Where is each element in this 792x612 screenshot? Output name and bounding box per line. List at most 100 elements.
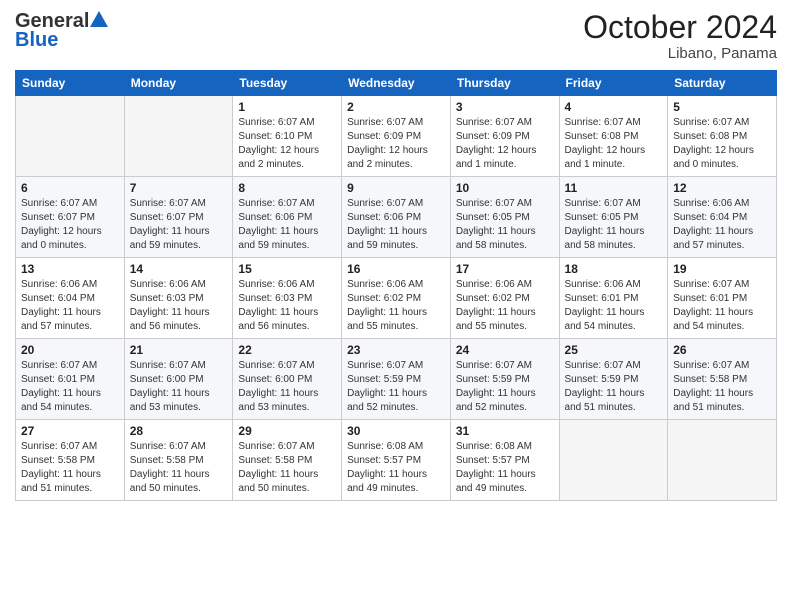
logo-icon <box>90 11 108 27</box>
day-number: 24 <box>456 343 554 357</box>
day-number: 12 <box>673 181 771 195</box>
cell-info: Sunrise: 6:07 AMSunset: 6:08 PMDaylight:… <box>565 116 663 172</box>
calendar-cell: 10 Sunrise: 6:07 AMSunset: 6:05 PMDayligh… <box>450 177 559 258</box>
cell-info: Sunrise: 6:07 AMSunset: 5:58 PMDaylight:… <box>21 440 119 496</box>
calendar-header-wednesday: Wednesday <box>342 71 451 96</box>
cell-info: Sunrise: 6:07 AMSunset: 6:06 PMDaylight:… <box>347 197 445 253</box>
calendar-cell: 27 Sunrise: 6:07 AMSunset: 5:58 PMDayligh… <box>16 420 125 501</box>
cell-info: Sunrise: 6:06 AMSunset: 6:03 PMDaylight:… <box>130 278 228 334</box>
calendar-cell: 1Sunrise: 6:07 AMSunset: 6:10 PMDaylight… <box>233 96 342 177</box>
calendar-cell: 5 Sunrise: 6:07 AMSunset: 6:08 PMDaylight… <box>668 96 777 177</box>
calendar-week-row: 1Sunrise: 6:07 AMSunset: 6:10 PMDaylight… <box>16 96 777 177</box>
calendar-week-row: 27 Sunrise: 6:07 AMSunset: 5:58 PMDayligh… <box>16 420 777 501</box>
calendar-cell: 16Sunrise: 6:06 AMSunset: 6:02 PMDayligh… <box>342 258 451 339</box>
day-number: 15 <box>238 262 336 276</box>
cell-info: Sunrise: 6:06 AMSunset: 6:04 PMDaylight:… <box>673 197 771 253</box>
cell-info: Sunrise: 6:07 AMSunset: 6:10 PMDaylight:… <box>238 116 336 172</box>
calendar-cell: 19 Sunrise: 6:07 AMSunset: 6:01 PMDayligh… <box>668 258 777 339</box>
calendar: SundayMondayTuesdayWednesdayThursdayFrid… <box>15 70 777 501</box>
calendar-cell <box>668 420 777 501</box>
day-number: 25 <box>565 343 663 357</box>
day-number: 5 <box>673 100 771 114</box>
cell-info: Sunrise: 6:07 AMSunset: 5:58 PMDaylight:… <box>130 440 228 496</box>
cell-info: Sunrise: 6:07 AMSunset: 6:08 PMDaylight:… <box>673 116 771 172</box>
calendar-cell: 7 Sunrise: 6:07 AMSunset: 6:07 PMDaylight… <box>124 177 233 258</box>
cell-info: Sunrise: 6:07 AMSunset: 6:09 PMDaylight:… <box>347 116 445 172</box>
calendar-header-tuesday: Tuesday <box>233 71 342 96</box>
calendar-cell: 2 Sunrise: 6:07 AMSunset: 6:09 PMDaylight… <box>342 96 451 177</box>
day-number: 9 <box>347 181 445 195</box>
calendar-cell: 12 Sunrise: 6:06 AMSunset: 6:04 PMDayligh… <box>668 177 777 258</box>
cell-info: Sunrise: 6:07 AMSunset: 6:05 PMDaylight:… <box>565 197 663 253</box>
day-number: 3 <box>456 100 554 114</box>
day-number: 11 <box>565 181 663 195</box>
calendar-cell: 13 Sunrise: 6:06 AMSunset: 6:04 PMDayligh… <box>16 258 125 339</box>
month-title: October 2024 <box>583 10 777 45</box>
calendar-header-saturday: Saturday <box>668 71 777 96</box>
calendar-header-row: SundayMondayTuesdayWednesdayThursdayFrid… <box>16 71 777 96</box>
cell-info: Sunrise: 6:08 AMSunset: 5:57 PMDaylight:… <box>456 440 554 496</box>
calendar-cell: 14 Sunrise: 6:06 AMSunset: 6:03 PMDayligh… <box>124 258 233 339</box>
day-number: 28 <box>130 424 228 438</box>
cell-info: Sunrise: 6:07 AMSunset: 6:09 PMDaylight:… <box>456 116 554 172</box>
cell-info: Sunrise: 6:07 AMSunset: 5:58 PMDaylight:… <box>673 359 771 415</box>
calendar-cell: 15 Sunrise: 6:06 AMSunset: 6:03 PMDayligh… <box>233 258 342 339</box>
day-number: 14 <box>130 262 228 276</box>
calendar-week-row: 20Sunrise: 6:07 AMSunset: 6:01 PMDayligh… <box>16 339 777 420</box>
calendar-cell: 6 Sunrise: 6:07 AMSunset: 6:07 PMDaylight… <box>16 177 125 258</box>
cell-info: Sunrise: 6:07 AMSunset: 6:01 PMDaylight:… <box>673 278 771 334</box>
calendar-cell: 17Sunrise: 6:06 AMSunset: 6:02 PMDayligh… <box>450 258 559 339</box>
cell-info: Sunrise: 6:07 AMSunset: 5:59 PMDaylight:… <box>456 359 554 415</box>
cell-info: Sunrise: 6:07 AMSunset: 6:00 PMDaylight:… <box>130 359 228 415</box>
day-number: 27 <box>21 424 119 438</box>
cell-info: Sunrise: 6:07 AMSunset: 6:05 PMDaylight:… <box>456 197 554 253</box>
day-number: 31 <box>456 424 554 438</box>
cell-info: Sunrise: 6:06 AMSunset: 6:04 PMDaylight:… <box>21 278 119 334</box>
day-number: 13 <box>21 262 119 276</box>
cell-info: Sunrise: 6:06 AMSunset: 6:03 PMDaylight:… <box>238 278 336 334</box>
cell-info: Sunrise: 6:06 AMSunset: 6:01 PMDaylight:… <box>565 278 663 334</box>
calendar-cell: 20Sunrise: 6:07 AMSunset: 6:01 PMDayligh… <box>16 339 125 420</box>
day-number: 16 <box>347 262 445 276</box>
day-number: 18 <box>565 262 663 276</box>
day-number: 22 <box>238 343 336 357</box>
cell-info: Sunrise: 6:07 AMSunset: 5:59 PMDaylight:… <box>347 359 445 415</box>
day-number: 21 <box>130 343 228 357</box>
calendar-cell: 3 Sunrise: 6:07 AMSunset: 6:09 PMDaylight… <box>450 96 559 177</box>
calendar-cell: 11 Sunrise: 6:07 AMSunset: 6:05 PMDayligh… <box>559 177 668 258</box>
calendar-cell <box>124 96 233 177</box>
cell-info: Sunrise: 6:07 AMSunset: 6:06 PMDaylight:… <box>238 197 336 253</box>
cell-info: Sunrise: 6:07 AMSunset: 6:01 PMDaylight:… <box>21 359 119 415</box>
cell-info: Sunrise: 6:07 AMSunset: 5:59 PMDaylight:… <box>565 359 663 415</box>
calendar-cell: 30Sunrise: 6:08 AMSunset: 5:57 PMDayligh… <box>342 420 451 501</box>
day-number: 30 <box>347 424 445 438</box>
calendar-cell: 29Sunrise: 6:07 AMSunset: 5:58 PMDayligh… <box>233 420 342 501</box>
calendar-cell: 24 Sunrise: 6:07 AMSunset: 5:59 PMDayligh… <box>450 339 559 420</box>
day-number: 10 <box>456 181 554 195</box>
location: Libano, Panama <box>583 45 777 62</box>
calendar-cell: 22Sunrise: 6:07 AMSunset: 6:00 PMDayligh… <box>233 339 342 420</box>
day-number: 26 <box>673 343 771 357</box>
cell-info: Sunrise: 6:07 AMSunset: 6:07 PMDaylight:… <box>130 197 228 253</box>
cell-info: Sunrise: 6:07 AMSunset: 6:07 PMDaylight:… <box>21 197 119 253</box>
day-number: 23 <box>347 343 445 357</box>
calendar-cell: 21 Sunrise: 6:07 AMSunset: 6:00 PMDayligh… <box>124 339 233 420</box>
day-number: 19 <box>673 262 771 276</box>
title-area: October 2024 Libano, Panama <box>583 10 777 62</box>
calendar-cell: 9 Sunrise: 6:07 AMSunset: 6:06 PMDaylight… <box>342 177 451 258</box>
day-number: 8 <box>238 181 336 195</box>
calendar-week-row: 6 Sunrise: 6:07 AMSunset: 6:07 PMDaylight… <box>16 177 777 258</box>
calendar-cell: 18 Sunrise: 6:06 AMSunset: 6:01 PMDayligh… <box>559 258 668 339</box>
day-number: 2 <box>347 100 445 114</box>
calendar-header-thursday: Thursday <box>450 71 559 96</box>
day-number: 6 <box>21 181 119 195</box>
calendar-cell: 31 Sunrise: 6:08 AMSunset: 5:57 PMDayligh… <box>450 420 559 501</box>
calendar-cell: 26 Sunrise: 6:07 AMSunset: 5:58 PMDayligh… <box>668 339 777 420</box>
header: General Blue October 2024 Libano, Panama <box>15 10 777 62</box>
day-number: 4 <box>565 100 663 114</box>
calendar-cell: 28 Sunrise: 6:07 AMSunset: 5:58 PMDayligh… <box>124 420 233 501</box>
calendar-cell: 23 Sunrise: 6:07 AMSunset: 5:59 PMDayligh… <box>342 339 451 420</box>
day-number: 29 <box>238 424 336 438</box>
calendar-header-monday: Monday <box>124 71 233 96</box>
day-number: 7 <box>130 181 228 195</box>
